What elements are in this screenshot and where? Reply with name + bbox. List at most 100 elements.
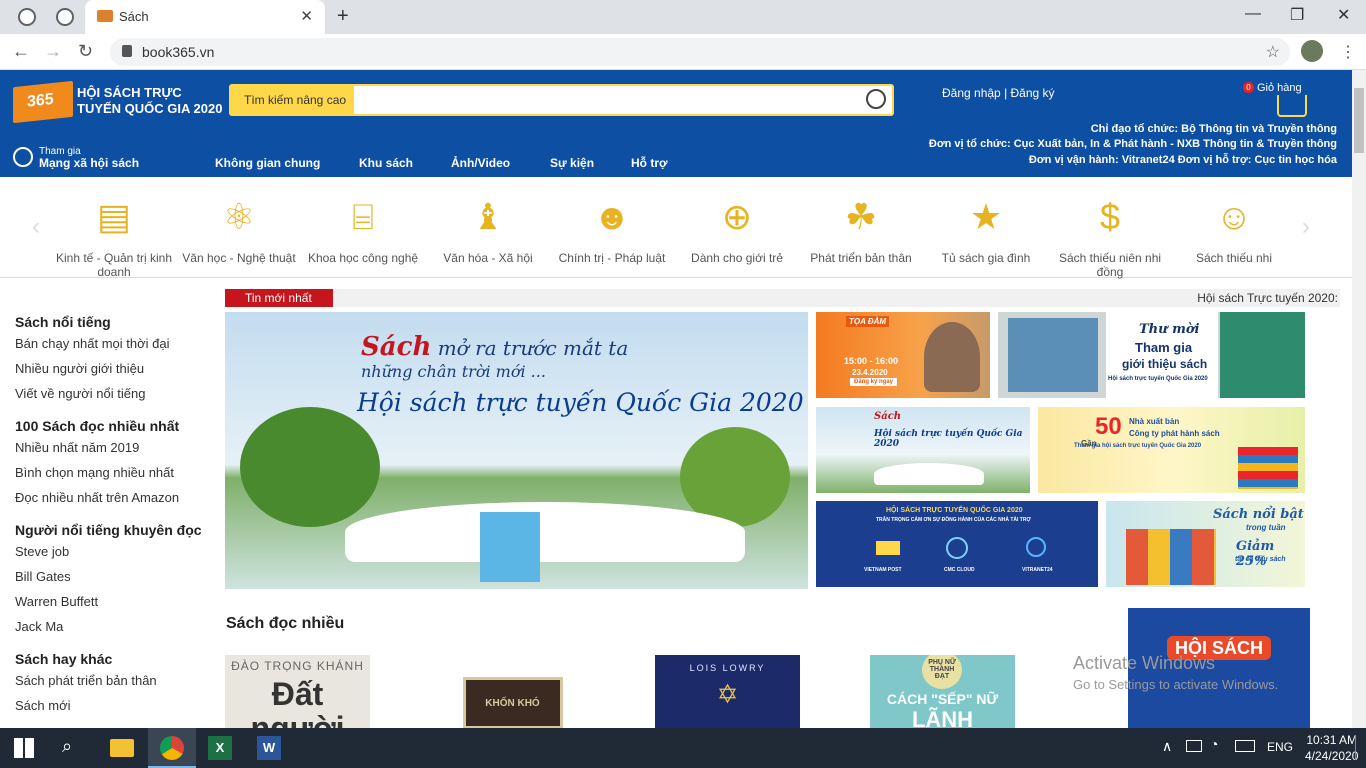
windows-start-icon[interactable]: [14, 738, 34, 758]
cart-label[interactable]: Giỏ hàng: [1257, 82, 1302, 94]
register-link[interactable]: Đăng ký: [1011, 86, 1055, 100]
book-cover[interactable]: PHỤ NỮ THÀNH ĐẠT CÁCH "SẾP" NỮ LÃNH: [870, 655, 1015, 728]
chevron-up-icon[interactable]: ∧: [1162, 738, 1172, 755]
profile-avatar[interactable]: [1301, 40, 1323, 62]
sidebar-link[interactable]: Sách phát triển bản thân: [15, 673, 215, 688]
search-icon[interactable]: [866, 89, 886, 109]
book-fair-banner[interactable]: Sách Hội sách trực tuyến Quốc Gia 2020: [816, 407, 1030, 493]
sponsors-banner[interactable]: HỘI SÁCH TRỰC TUYẾN QUỐC GIA 2020 TRÂN T…: [816, 501, 1098, 587]
sidebar-link[interactable]: Đọc nhiều nhất trên Amazon: [15, 490, 215, 505]
column-icon: ⌸: [352, 196, 374, 237]
site-name[interactable]: HỘI SÁCH TRỰC TUYẾN QUỐC GIA 2020: [77, 85, 227, 117]
open-book-image: [345, 502, 745, 562]
search-icon[interactable]: ⌕: [62, 736, 86, 760]
minimize-icon[interactable]: —: [1245, 5, 1261, 23]
system-clock[interactable]: 10:31 AM 4/24/2020: [1305, 732, 1358, 764]
close-tab-icon[interactable]: ✕: [300, 7, 313, 25]
new-tab-icon[interactable]: +: [337, 5, 349, 28]
nav-events[interactable]: Sự kiện: [550, 156, 594, 170]
show-desktop-button[interactable]: [1355, 736, 1363, 760]
search-input[interactable]: [354, 84, 894, 116]
category-item[interactable]: ♝ Văn hóa - Xã hội: [429, 195, 547, 265]
browser-menu-icon[interactable]: ⋮: [1340, 42, 1356, 62]
sidebar-heading[interactable]: Sách nổi tiếng: [15, 314, 215, 330]
category-item[interactable]: ☘ Phát triển bản thân: [802, 195, 920, 265]
advanced-search-button[interactable]: Tìm kiếm nâng cao: [229, 84, 354, 116]
news-tag: Tin mới nhất: [225, 289, 333, 307]
hero-banner[interactable]: Sách mở ra trước mắt ta những chân trời …: [225, 312, 808, 589]
chevron-left-icon[interactable]: ‹: [32, 213, 40, 241]
book-cover[interactable]: KHỐN KHÓ: [440, 655, 585, 728]
nav-photo-video[interactable]: Ảnh/Video: [451, 156, 510, 170]
login-link[interactable]: Đăng nhập: [942, 86, 1001, 100]
maximize-icon[interactable]: ❐: [1290, 5, 1304, 25]
sidebar-link[interactable]: Nhiều nhất năm 2019: [15, 440, 215, 455]
file-explorer-icon[interactable]: [110, 739, 134, 757]
sidebar-link[interactable]: Steve job: [15, 544, 215, 559]
close-window-icon[interactable]: ✕: [1337, 5, 1350, 25]
category-item[interactable]: $ Sách thiếu niên nhi đồng: [1051, 195, 1169, 279]
chrome-icon[interactable]: [160, 736, 184, 760]
page-scrollbar[interactable]: [1352, 70, 1366, 728]
featured-books-banner[interactable]: Sách nổi bật trong tuần Giảm 25% tất cả …: [1106, 501, 1305, 587]
sidebar: Sách nổi tiếng Bán chạy nhất mọi thời đạ…: [15, 314, 215, 723]
bookmark-star-icon[interactable]: ☆: [1266, 42, 1280, 62]
publishers-banner[interactable]: Gần 50 Nhà xuất bản Công ty phát hành sá…: [1038, 407, 1305, 493]
sidebar-link[interactable]: Warren Buffett: [15, 594, 215, 609]
globe-tab-icon[interactable]: [18, 8, 36, 26]
battery-icon[interactable]: [1186, 740, 1202, 752]
keyboard-icon[interactable]: [1235, 740, 1255, 752]
atom-icon: ⚛: [222, 196, 256, 237]
sidebar-link[interactable]: Bán chạy nhất mọi thời đại: [15, 336, 215, 351]
book-cover[interactable]: ĐÀO TRỌNG KHÁNH Đất người: [225, 655, 370, 728]
back-icon[interactable]: ←: [12, 41, 30, 62]
sidebar-heading[interactable]: Sách hay khác: [15, 651, 215, 667]
tab-title: Sách: [119, 9, 149, 24]
person-icon: ☻: [593, 196, 631, 237]
category-item[interactable]: ☻ Chính trị - Pháp luật: [553, 195, 671, 265]
waterfall-image: [480, 512, 540, 582]
category-item[interactable]: ⊕ Dành cho giới trẻ: [678, 195, 796, 265]
talk-banner[interactable]: TỌA ĐÀM 15:00 - 16:00 23.4.2020 Đăng ký …: [816, 312, 990, 398]
category-item[interactable]: ▤ Kinh tế - Quản trị kinh doanh: [55, 195, 173, 279]
address-bar[interactable]: book365.vn ☆: [110, 38, 1290, 66]
active-tab[interactable]: Sách ✕: [85, 0, 325, 34]
sidebar-link[interactable]: Bill Gates: [15, 569, 215, 584]
book-cover[interactable]: LOIS LOWRY ✡: [655, 655, 800, 728]
chevron-right-icon[interactable]: ›: [1302, 213, 1310, 241]
sidebar-heading[interactable]: Người nổi tiếng khuyên đọc: [15, 522, 215, 538]
category-item[interactable]: ★ Tủ sách gia đình: [927, 195, 1045, 265]
book-stack-image: [1238, 447, 1298, 489]
nav-book-area[interactable]: Khu sách: [359, 156, 413, 170]
news-ticker: Tin mới nhất Hội sách Trực tuyến 2020:: [225, 289, 1340, 307]
auth-links: Đăng nhập | Đăng ký: [942, 86, 1055, 100]
invitation-banner[interactable]: Thư mời Tham gia giới thiệu sách Hội sác…: [998, 312, 1305, 398]
people-icon: ☘: [844, 196, 878, 237]
sidebar-link[interactable]: Sách mới: [15, 698, 215, 713]
sidebar-heading[interactable]: 100 Sách đọc nhiều nhất: [15, 418, 215, 434]
globe-icon: [13, 147, 33, 167]
nav-support[interactable]: Hỗ trợ: [631, 156, 668, 170]
globe-tab-icon[interactable]: [56, 8, 74, 26]
word-icon[interactable]: W: [257, 736, 281, 760]
org-line-3: Đơn vị vận hành: Vitranet24 Đơn vị hỗ tr…: [1028, 154, 1337, 166]
site-header: 365 HỘI SÁCH TRỰC TUYẾN QUỐC GIA 2020 Tì…: [0, 70, 1352, 177]
sidebar-link[interactable]: Viết về người nổi tiếng: [15, 386, 215, 401]
excel-icon[interactable]: X: [208, 736, 232, 760]
sidebar-link[interactable]: Bình chọn mạng nhiều nhất: [15, 465, 215, 480]
wifi-icon[interactable]: ◔: [1210, 736, 1218, 752]
category-item[interactable]: ⌸ Khoa học công nghệ: [304, 195, 422, 265]
category-item[interactable]: ☺ Sách thiếu nhi: [1175, 195, 1293, 265]
money-hand-icon: $: [1099, 196, 1121, 237]
cart-icon[interactable]: [1277, 95, 1307, 117]
news-ticker-text[interactable]: Hội sách Trực tuyến 2020:: [1197, 291, 1338, 305]
language-indicator[interactable]: ENG: [1267, 740, 1293, 754]
nav-common-space[interactable]: Không gian chung: [215, 156, 320, 170]
sidebar-link[interactable]: Nhiều người giới thiệu: [15, 361, 215, 376]
category-item[interactable]: ⚛ Văn học - Nghệ thuật: [180, 195, 298, 265]
reload-icon[interactable]: ↻: [78, 41, 93, 62]
org-line-2: Đơn vị tổ chức: Cục Xuất bản, In & Phát …: [928, 138, 1337, 150]
sidebar-link[interactable]: Jack Ma: [15, 619, 215, 634]
site-logo[interactable]: 365: [13, 80, 73, 124]
forward-icon[interactable]: →: [44, 41, 62, 62]
